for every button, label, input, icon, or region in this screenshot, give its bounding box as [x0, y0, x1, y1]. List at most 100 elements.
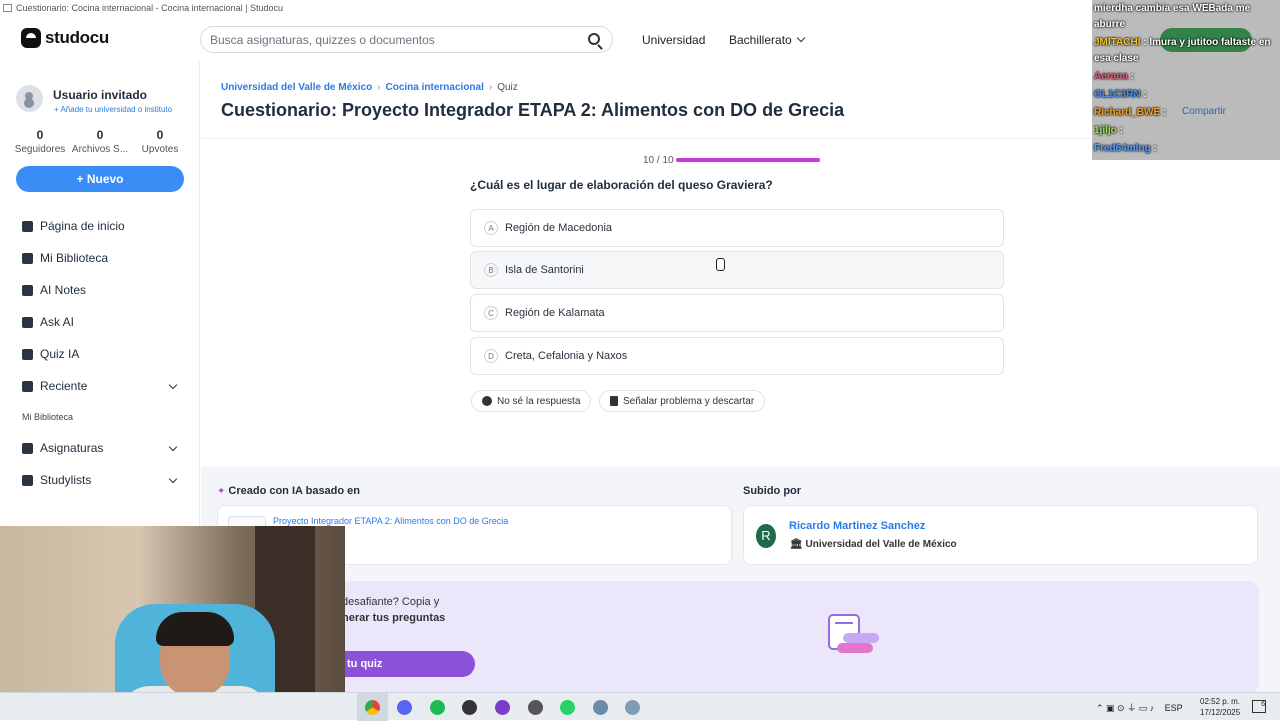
created-title-text: Creado con IA basado en	[228, 485, 361, 497]
spotify-icon[interactable]	[430, 700, 445, 715]
breadcrumb-course[interactable]: Cocina internacional	[386, 82, 484, 93]
report-button[interactable]: Señalar problema y descartar	[599, 390, 766, 412]
system-tray[interactable]: ⌃ ▣ ⊙ ⏚ ▭ ♪ ESP	[1096, 701, 1183, 714]
nav-universidad[interactable]: Universidad	[642, 33, 705, 47]
chat-username: Aerana	[1094, 71, 1128, 82]
option-letter: A	[484, 221, 498, 235]
chat-username: 1jiljo	[1094, 125, 1117, 136]
answer-option-d[interactable]: D Creta, Cefalonia y Naxos	[470, 337, 1004, 375]
taskbar-clock[interactable]: 02:52 p. m. 17/12/2025	[1200, 696, 1240, 718]
chat-message: 1jiljo :	[1092, 122, 1280, 140]
sidebar-item-subjects[interactable]: Asignaturas	[22, 432, 182, 464]
dont-know-button[interactable]: No sé la respuesta	[471, 390, 592, 412]
stat-upvotes[interactable]: 0 Upvotes	[130, 128, 190, 155]
sidebar-item-label: AI Notes	[40, 283, 87, 297]
chat-separator: :	[1116, 125, 1123, 136]
app-icon-2[interactable]	[625, 700, 640, 715]
option-text: Isla de Santorini	[505, 264, 584, 276]
library-icon	[22, 252, 33, 264]
question-circle-icon	[482, 396, 492, 406]
chrome-icon[interactable]	[365, 700, 380, 715]
breadcrumb-separator: ›	[488, 82, 493, 93]
language-indicator[interactable]: ESP	[1165, 703, 1183, 713]
nav-bachillerato[interactable]: Bachillerato	[729, 33, 805, 47]
ask-ai-icon	[22, 316, 33, 328]
sidebar-item-quiz-ia[interactable]: Quiz IA	[22, 338, 182, 370]
obs-icon[interactable]	[462, 700, 477, 715]
chat-username: Richard_BWE	[1094, 107, 1161, 118]
institution-icon: 🏛	[790, 539, 806, 550]
chat-message: Richard_BWE :	[1092, 104, 1280, 122]
stat-label: Upvotes	[141, 144, 179, 155]
answer-option-a[interactable]: A Región de Macedonia	[470, 209, 1004, 247]
streaming-app-icon[interactable]	[528, 700, 543, 715]
trash-icon	[610, 396, 618, 406]
report-label: Señalar problema y descartar	[623, 395, 755, 407]
user-name[interactable]: Usuario invitado	[53, 88, 147, 102]
answer-option-c[interactable]: C Región de Kalamata	[470, 294, 1004, 332]
sidebar-item-home[interactable]: Página de inicio	[22, 210, 182, 242]
app-window-icon	[3, 4, 12, 12]
logo-text: studocu	[45, 28, 110, 47]
option-text: Región de Macedonia	[505, 222, 613, 234]
promo-text-bold: nerar tus preguntas	[342, 612, 446, 624]
sparkle-icon: ✦	[217, 486, 226, 497]
nav-bachillerato-label: Bachillerato	[729, 33, 792, 47]
whatsapp-icon[interactable]	[560, 700, 575, 715]
uploader-card[interactable]: R Ricardo Martinez Sanchez 🏛 Universidad…	[743, 505, 1258, 565]
webcam-hair	[156, 612, 234, 646]
clock-date: 17/12/2025	[1200, 708, 1241, 717]
discord-icon[interactable]	[397, 700, 412, 715]
stat-followers[interactable]: 0 Seguidores	[10, 128, 70, 155]
answer-option-b[interactable]: B Isla de Santorini	[470, 251, 1004, 289]
chevron-down-icon[interactable]	[168, 442, 178, 452]
home-icon	[22, 220, 33, 232]
progress-text: 10 / 10	[643, 155, 674, 166]
uploaded-title: Subido por	[743, 485, 802, 497]
uploader-name[interactable]: Ricardo Martinez Sanchez	[789, 520, 925, 532]
question-text: ¿Cuál es el lugar de elaboración del que…	[470, 178, 773, 192]
sidebar-item-recent[interactable]: Reciente	[22, 370, 182, 402]
studocu-logo[interactable]: studocu	[21, 28, 109, 48]
progress-fill	[676, 158, 820, 162]
sidebar-item-ai-notes[interactable]: AI Notes	[22, 274, 182, 306]
uploader-avatar[interactable]: R	[756, 524, 776, 548]
window-titlebar: Cuestionario: Cocina internacional - Coc…	[0, 0, 1280, 16]
chat-separator: :	[1140, 89, 1147, 100]
breadcrumb: Universidad del Valle de México › Cocina i…	[221, 82, 518, 93]
sidebar-menu: Página de inicio Mi Biblioteca AI Notes …	[22, 210, 182, 496]
source-doc-link[interactable]: Proyecto Integrador ETAPA 2: Alimentos c…	[273, 516, 508, 526]
user-avatar-icon[interactable]	[16, 85, 43, 112]
stat-label: Seguidores	[14, 144, 66, 155]
notification-icon[interactable]: 6	[1252, 700, 1266, 713]
page-header: Universidad del Valle de México › Cocina i…	[201, 62, 1091, 139]
sidebar-item-studylists[interactable]: Studylists	[22, 464, 182, 496]
sidebar-item-library[interactable]: Mi Biblioteca	[22, 242, 182, 274]
search-icon[interactable]	[588, 33, 600, 45]
user-stats: 0 Seguidores 0 Archivos S... 0 Upvotes	[10, 128, 190, 155]
stat-label: Archivos S...	[71, 144, 129, 155]
breadcrumb-university[interactable]: Universidad del Valle de México	[221, 82, 372, 93]
option-text: Región de Kalamata	[505, 307, 605, 319]
breadcrumb-current: Quiz	[497, 82, 518, 93]
source-section: ✦ Creado con IA basado en Proyecto Integr…	[201, 467, 1280, 693]
chevron-down-icon[interactable]	[168, 474, 178, 484]
dont-know-label: No sé la respuesta	[497, 395, 581, 407]
window-title: Cuestionario: Cocina internacional - Coc…	[16, 3, 283, 13]
music-app-icon[interactable]	[495, 700, 510, 715]
app-icon[interactable]	[593, 700, 608, 715]
uploader-institution: 🏛 Universidad del Valle de México	[790, 539, 957, 550]
create-quiz-button[interactable]: tu quiz	[327, 651, 475, 677]
chevron-down-icon[interactable]	[168, 380, 178, 390]
sidebar-item-ask-ai[interactable]: Ask AI	[22, 306, 182, 338]
search-input[interactable]: Busca asignaturas, quizzes o documentos	[200, 26, 613, 53]
top-header: studocu Busca asignaturas, quizzes o doc…	[0, 16, 1280, 62]
clock-time: 02:52 p. m.	[1200, 697, 1241, 706]
new-button[interactable]: + Nuevo	[16, 166, 184, 192]
sidebar-item-label: Asignaturas	[40, 441, 104, 455]
chat-message: mierdha cambia esa WEBada me aburre	[1092, 0, 1280, 34]
option-letter: D	[484, 349, 498, 363]
stat-files[interactable]: 0 Archivos S...	[70, 128, 130, 155]
page-title: Cuestionario: Proyecto Integrador ETAPA …	[221, 100, 845, 120]
add-university-link[interactable]: + Añade tu universidad o instituto	[54, 105, 172, 114]
